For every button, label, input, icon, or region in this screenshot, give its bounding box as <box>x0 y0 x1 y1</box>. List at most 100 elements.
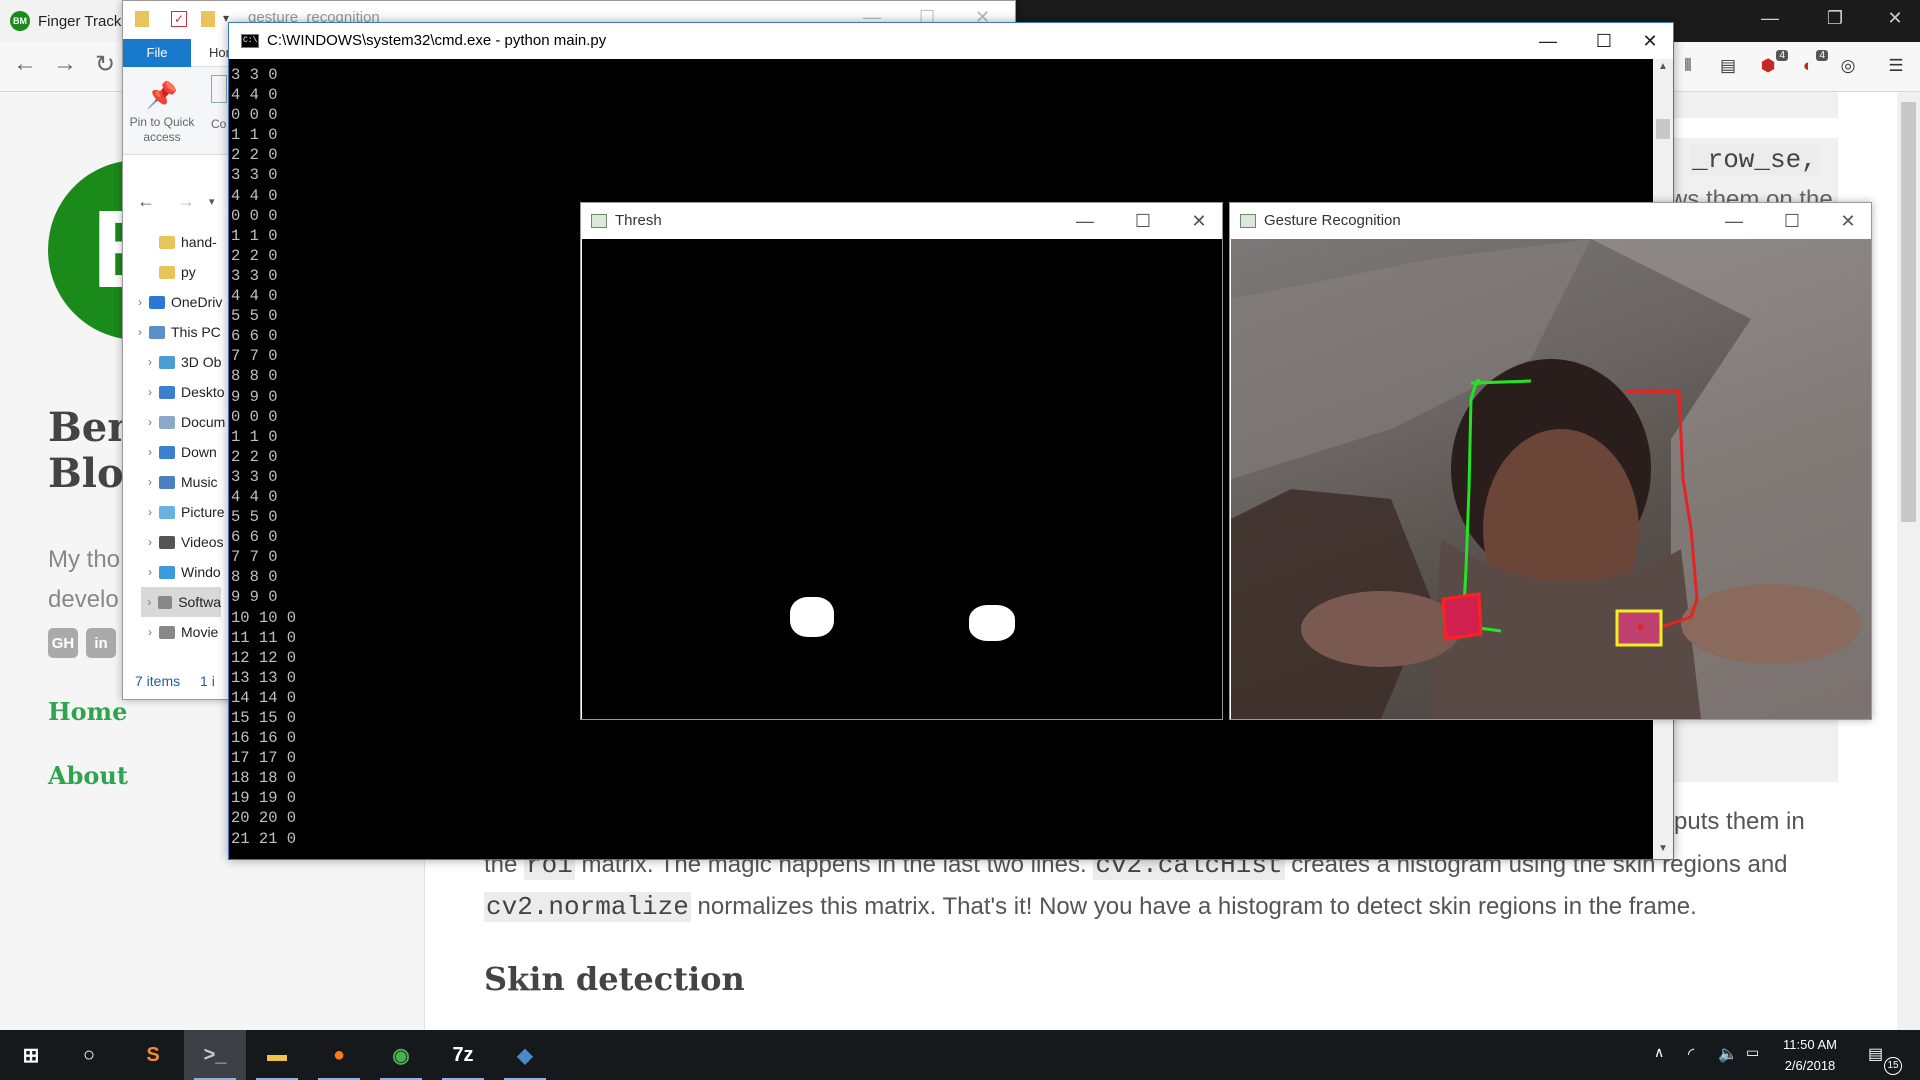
linkedin-icon[interactable]: in <box>86 628 116 658</box>
download-icon <box>159 445 175 459</box>
file-explorer-app[interactable]: ▬ <box>246 1030 308 1080</box>
chrome-app[interactable]: ◉ <box>370 1030 432 1080</box>
tree-item-label: py <box>181 264 196 280</box>
gesture-close-button[interactable]: ✕ <box>1826 208 1870 234</box>
firefox-app[interactable]: ● <box>308 1030 370 1080</box>
thresh-maximize-button[interactable]: ☐ <box>1121 208 1165 234</box>
github-icon[interactable]: GH <box>48 628 78 658</box>
library-icon[interactable]: ⫴ <box>1676 56 1700 78</box>
action-center-icon[interactable]: ▤ <box>1868 1044 1883 1064</box>
browser-minimize-button[interactable]: — <box>1750 8 1790 29</box>
chevron-right-icon[interactable]: › <box>141 625 159 639</box>
recent-dropdown-icon[interactable]: ▾ <box>209 195 215 208</box>
forward-icon[interactable]: → <box>48 50 82 78</box>
firefox-icon: ● <box>332 1043 346 1066</box>
thresh-minimize-button[interactable]: — <box>1063 208 1107 234</box>
tree-item[interactable]: › Videos <box>141 527 224 557</box>
volume-icon[interactable]: 🔈 <box>1718 1044 1738 1064</box>
cmd-scrollbar-thumb[interactable] <box>1656 119 1670 139</box>
gesture-minimize-button[interactable]: — <box>1712 208 1756 234</box>
7zip-app[interactable]: 7z <box>432 1030 494 1080</box>
chevron-right-icon[interactable]: › <box>141 445 159 459</box>
battery-icon[interactable]: ▭ <box>1746 1044 1759 1061</box>
scroll-down-icon[interactable]: ▼ <box>1655 843 1671 854</box>
tree-item[interactable]: › Windo <box>141 557 221 587</box>
cmd-close-button[interactable]: ✕ <box>1627 27 1673 55</box>
cmd-maximize-button[interactable]: ☐ <box>1581 27 1627 55</box>
webcam-frame <box>1231 239 1871 719</box>
chevron-right-icon[interactable]: › <box>141 475 159 489</box>
scroll-up-icon[interactable]: ▲ <box>1655 61 1671 72</box>
chevron-right-icon[interactable]: › <box>141 595 158 609</box>
cmd-minimize-button[interactable]: — <box>1525 27 1571 55</box>
browser-close-button[interactable]: ✕ <box>1875 8 1915 29</box>
article-heading: Skin detection <box>484 960 745 998</box>
browser-tab[interactable]: BM Finger Tracking <box>0 0 124 42</box>
chevron-right-icon[interactable]: › <box>131 325 149 339</box>
chevron-right-icon[interactable]: › <box>141 355 159 369</box>
back-icon[interactable]: ← <box>8 50 42 78</box>
left-roi-box <box>1441 592 1483 641</box>
tab-home[interactable]: Hor <box>209 45 230 60</box>
properties-icon[interactable]: ✓ <box>171 11 187 27</box>
pin-to-quick-access-button[interactable]: 📌 Pin to Quick access <box>129 75 195 145</box>
tree-item[interactable]: › Down <box>141 437 217 467</box>
reload-icon[interactable]: ↻ <box>88 50 122 79</box>
sync-icon[interactable]: ◎ <box>1836 56 1860 78</box>
file-explorer-icon: ▬ <box>267 1043 287 1066</box>
chevron-right-icon[interactable]: › <box>141 415 159 429</box>
webcam-scene <box>1231 239 1871 719</box>
nav-about-link[interactable]: About <box>48 761 128 790</box>
tree-item[interactable]: › Deskto <box>141 377 225 407</box>
cortana-button[interactable]: ○ <box>58 1030 120 1080</box>
desktop-icon <box>159 385 175 399</box>
copy-button[interactable]: Co <box>211 75 227 131</box>
nav-home-link[interactable]: Home <box>48 697 127 726</box>
browser-scrollbar[interactable] <box>1897 92 1920 1030</box>
tree-item[interactable]: py <box>141 257 196 287</box>
tree-item[interactable]: › Movie <box>141 617 218 647</box>
code-normalize: cv2.normalize <box>484 892 691 922</box>
drive-icon <box>159 625 175 639</box>
adblock-icon[interactable]: ⬢ 4 <box>1756 50 1788 78</box>
menu-icon[interactable]: ☰ <box>1884 56 1908 78</box>
thresh-close-button[interactable]: ✕ <box>1177 208 1221 234</box>
command-prompt-app[interactable]: >_ <box>184 1030 246 1080</box>
show-hidden-icons[interactable]: ∧ <box>1654 1044 1664 1061</box>
system-clock[interactable]: 11:50 AM 2/6/2018 <box>1760 1034 1860 1076</box>
tree-item[interactable]: › OneDriv <box>131 287 222 317</box>
chevron-right-icon[interactable]: › <box>141 385 159 399</box>
new-folder-icon[interactable] <box>201 11 215 27</box>
tree-item-label: This PC <box>171 324 221 340</box>
back-icon[interactable]: ← <box>137 191 155 212</box>
tree-item[interactable]: › Softwa <box>141 587 221 617</box>
extension-icon[interactable]: ◐ 4 <box>1796 50 1828 78</box>
tree-item[interactable]: hand- <box>141 227 217 257</box>
clock-time: 11:50 AM <box>1783 1037 1837 1052</box>
scrollbar-thumb[interactable] <box>1901 102 1916 522</box>
gesture-maximize-button[interactable]: ☐ <box>1770 208 1814 234</box>
sidebar-icon[interactable]: ▤ <box>1716 56 1740 78</box>
site-favicon: BM <box>10 11 30 31</box>
chevron-right-icon[interactable]: › <box>131 295 149 309</box>
tree-item[interactable]: › This PC <box>131 317 221 347</box>
start-button[interactable]: ⊞ <box>0 1030 62 1080</box>
sublime-text-app[interactable]: S <box>122 1030 184 1080</box>
python-app[interactable]: ◆ <box>494 1030 556 1080</box>
chevron-right-icon[interactable]: › <box>141 535 159 549</box>
taskbar: ⊞ ○ S >_ ▬ ● ◉ 7z ◆ ∧ ◜ 🔈 ▭ 11:50 AM 2/6/2018 ▤ … <box>0 1030 1920 1080</box>
tree-item[interactable]: › 3D Ob <box>141 347 221 377</box>
network-icon[interactable]: ◜ <box>1688 1044 1694 1064</box>
browser-restore-button[interactable]: ❐ <box>1815 8 1855 29</box>
folder-icon <box>159 235 175 249</box>
forward-icon[interactable]: → <box>177 191 195 212</box>
tree-item[interactable]: › Music <box>141 467 218 497</box>
blog-description: My tho develo <box>48 546 121 613</box>
chevron-right-icon[interactable]: › <box>141 565 159 579</box>
tree-item[interactable]: › Picture <box>141 497 225 527</box>
document-icon <box>159 415 175 429</box>
tab-file[interactable]: File <box>123 39 191 67</box>
chevron-right-icon[interactable]: › <box>141 505 159 519</box>
tree-item[interactable]: › Docum <box>141 407 225 437</box>
cmd-titlebar: C:\ C:\WINDOWS\system32\cmd.exe - python… <box>229 23 1673 59</box>
